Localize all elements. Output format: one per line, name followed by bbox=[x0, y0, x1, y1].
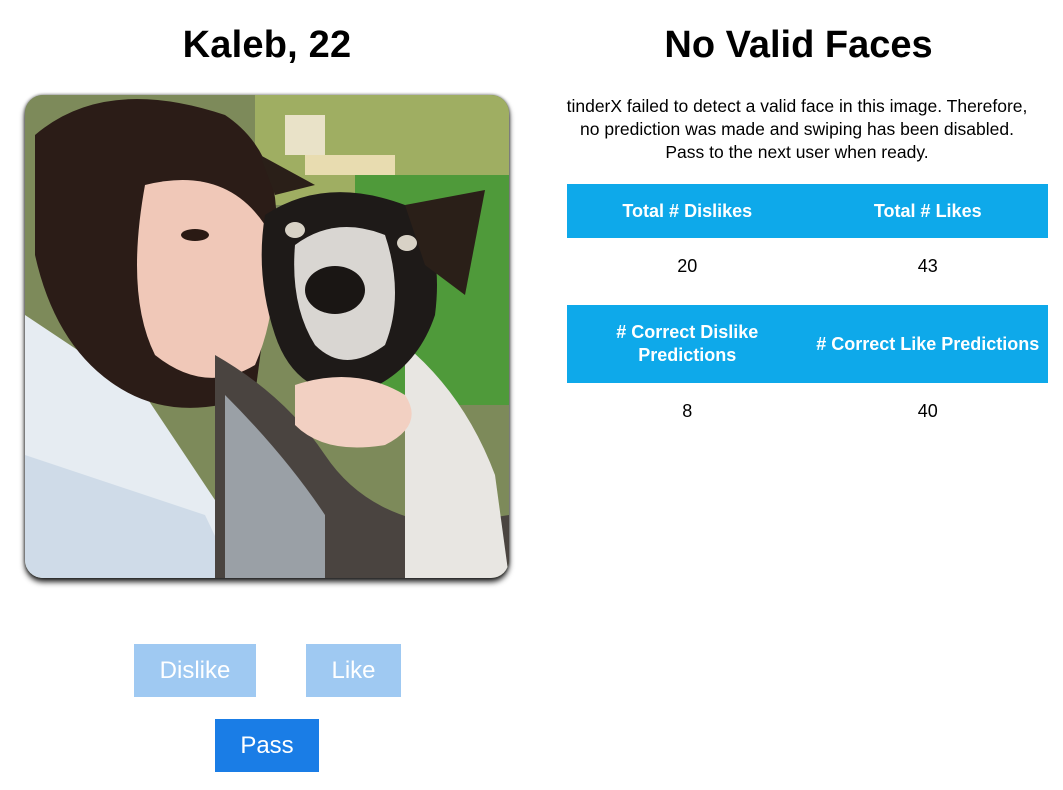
app-page: Kaleb, 22 Dislike Like Pass No Valid Fac… bbox=[0, 0, 1063, 790]
total-dislikes-value: 20 bbox=[677, 255, 698, 276]
like-button[interactable]: Like bbox=[306, 644, 401, 697]
predictions-table: # Correct Dislike Predictions # Correct … bbox=[567, 305, 1048, 439]
profile-photo-illustration bbox=[25, 95, 509, 578]
table-row: 20 43 bbox=[567, 238, 1048, 294]
correct-dislike-predictions-value: 8 bbox=[682, 400, 693, 421]
correct-dislike-predictions-header: # Correct Dislike Predictions bbox=[567, 305, 808, 383]
total-dislikes-header: Total # Dislikes bbox=[567, 184, 808, 238]
dislike-button[interactable]: Dislike bbox=[134, 644, 256, 697]
totals-table: Total # Dislikes Total # Likes 20 43 bbox=[567, 184, 1048, 294]
profile-name-age: Kaleb, 22 bbox=[182, 24, 352, 66]
status-message: tinderX failed to detect a valid face in… bbox=[566, 96, 1028, 162]
correct-like-predictions-header: # Correct Like Predictions bbox=[807, 305, 1048, 383]
profile-photo bbox=[25, 95, 509, 578]
pass-button[interactable]: Pass bbox=[215, 719, 319, 772]
status-title: No Valid Faces bbox=[664, 24, 933, 66]
table-row: 8 40 bbox=[567, 383, 1048, 439]
correct-like-predictions-value: 40 bbox=[917, 400, 938, 421]
total-likes-value: 43 bbox=[917, 255, 938, 276]
total-likes-header: Total # Likes bbox=[807, 184, 1048, 238]
